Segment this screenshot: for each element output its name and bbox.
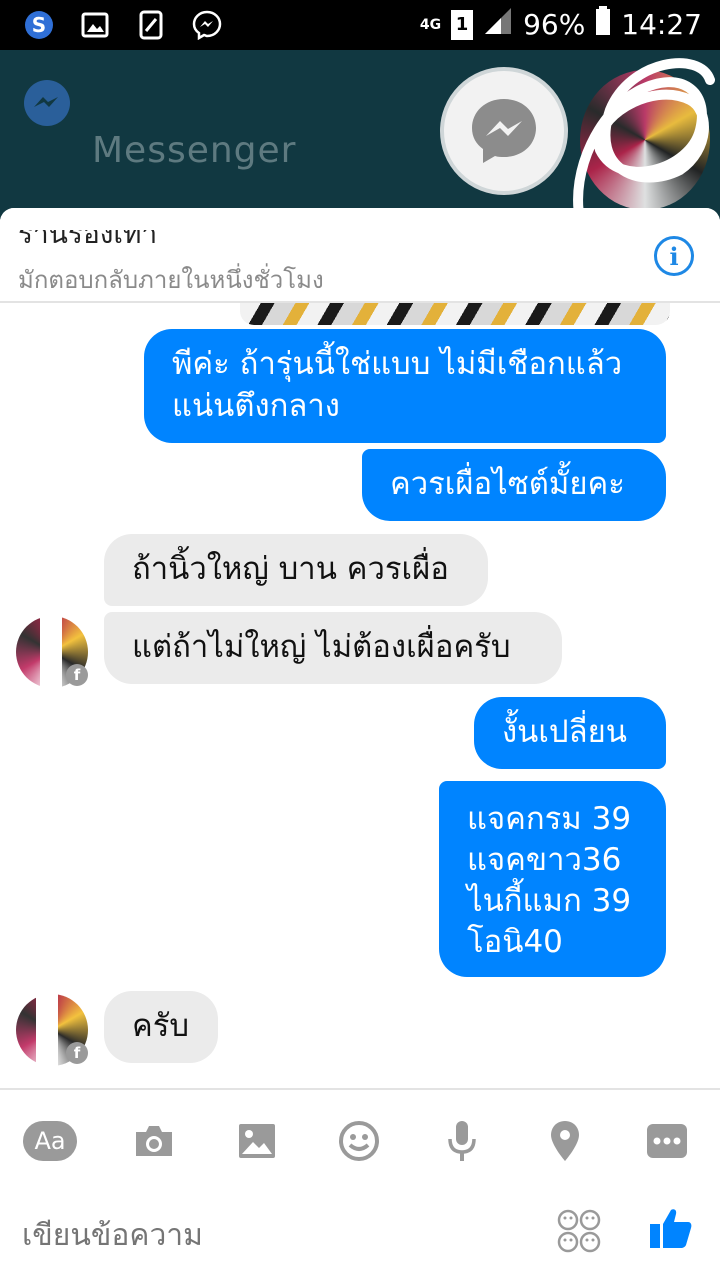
more-icon xyxy=(647,1124,687,1158)
messenger-logo-icon xyxy=(22,78,72,132)
network-type: 4G xyxy=(419,16,442,33)
shoe-image-preview[interactable] xyxy=(240,303,670,325)
status-bar: S 4G 1 96% 14:27 xyxy=(0,0,720,50)
chat-head-bubble[interactable] xyxy=(440,67,568,195)
incoming-message[interactable]: ครับ xyxy=(104,991,218,1063)
battery-percent: 96% xyxy=(523,8,586,41)
svg-text:S: S xyxy=(32,13,46,37)
emoji-button[interactable] xyxy=(331,1116,387,1166)
signal-icon xyxy=(483,6,513,43)
info-button[interactable]: i xyxy=(654,236,694,276)
aa-icon: Aa xyxy=(23,1121,77,1161)
outgoing-message[interactable]: แจคกรม 39 แจคขาว36 ไนกี้แมก 39 โอนิ40 xyxy=(439,781,666,977)
camera-button[interactable] xyxy=(126,1116,182,1166)
more-button[interactable] xyxy=(639,1116,695,1166)
location-button[interactable] xyxy=(537,1116,593,1166)
sim-icon: 1 xyxy=(451,9,474,40)
contact-name[interactable]: ร้านรองเท้า xyxy=(18,230,157,252)
outgoing-message[interactable]: ควรเผื่อไซต์มั้ยคะ xyxy=(362,449,666,521)
response-time-subtitle: มักตอบกลับภายในหนึ่งชั่วโมง xyxy=(18,266,324,294)
messenger-notification-icon xyxy=(190,8,224,42)
outgoing-message[interactable]: พีค่ะ ถ้ารุ่นนี้ใช่แบบ ไม่มีเชือกแล้ว แน… xyxy=(144,329,666,443)
location-pin-icon xyxy=(551,1121,579,1161)
facebook-badge-icon: f xyxy=(66,1042,88,1064)
camera-icon xyxy=(136,1126,172,1156)
sync-app-icon: S xyxy=(22,8,56,42)
incoming-message[interactable]: ถ้านิ้วใหญ่ บาน ควรเผื่อ xyxy=(104,534,488,606)
gallery-icon xyxy=(78,8,112,42)
microphone-icon xyxy=(448,1121,476,1161)
chat-header: ร้านรองเท้า มักตอบกลับภายในหนึ่งชั่วโมง … xyxy=(0,208,720,303)
info-icon: i xyxy=(669,241,679,271)
stickers-icon xyxy=(557,1209,601,1253)
stickers-button[interactable] xyxy=(556,1208,602,1258)
outgoing-message[interactable]: งั้นเปลี่ยน xyxy=(474,697,666,769)
text-style-button[interactable]: Aa xyxy=(22,1116,78,1166)
messenger-bubble-icon xyxy=(472,99,536,163)
smiley-icon xyxy=(339,1121,379,1161)
avatar-redaction xyxy=(40,612,62,692)
battery-icon xyxy=(595,6,611,43)
image-icon xyxy=(239,1124,275,1158)
voice-button[interactable] xyxy=(434,1116,490,1166)
incoming-message[interactable]: แต่ถ้าไม่ใหญ่ ไม่ต้องเผื่อครับ xyxy=(104,612,562,684)
clock: 14:27 xyxy=(621,8,702,41)
like-button[interactable] xyxy=(646,1204,694,1256)
scribble-overlay xyxy=(573,58,715,225)
gallery-button[interactable] xyxy=(229,1116,285,1166)
app-title: Messenger xyxy=(92,130,297,171)
facebook-badge-icon: f xyxy=(66,664,88,686)
avatar-redaction xyxy=(36,990,58,1070)
thumbs-up-icon xyxy=(650,1209,692,1248)
app-header: Messenger xyxy=(0,50,720,225)
message-input[interactable] xyxy=(22,1210,522,1260)
screenshot-icon xyxy=(134,8,168,42)
composer-toolbar: Aa xyxy=(0,1088,720,1188)
message-input-row xyxy=(0,1190,720,1280)
